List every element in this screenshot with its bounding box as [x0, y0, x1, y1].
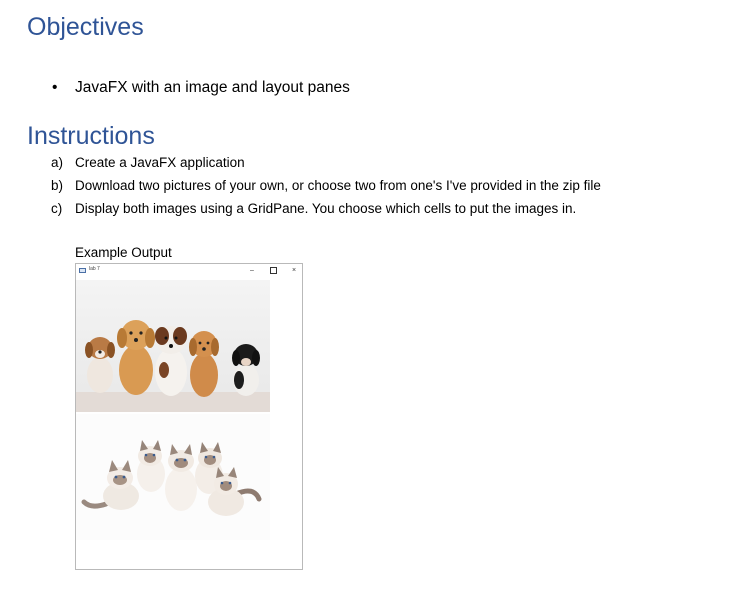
minimize-button[interactable]: –: [246, 265, 258, 276]
close-button[interactable]: ×: [288, 265, 300, 276]
example-output-caption: Example Output: [75, 245, 172, 260]
step-letter: a): [51, 155, 64, 170]
app-window-icon: [79, 268, 86, 273]
step-text: Create a JavaFX application: [75, 155, 245, 170]
step-letter: c): [51, 201, 63, 216]
step-letter: b): [51, 178, 64, 193]
instructions-heading: Instructions: [27, 122, 155, 150]
kittens-photo: [76, 414, 270, 540]
step-text: Download two pictures of your own, or ch…: [75, 178, 601, 193]
puppies-photo: [76, 280, 270, 412]
example-app-window: lab 7 – ×: [75, 263, 303, 570]
window-titlebar[interactable]: lab 7 – ×: [76, 264, 302, 278]
window-title: lab 7: [89, 266, 100, 272]
maximize-icon: [269, 266, 277, 274]
objective-text: JavaFX with an image and layout panes: [75, 79, 350, 96]
bullet-icon: •: [52, 79, 58, 96]
step-text: Display both images using a GridPane. Yo…: [75, 201, 577, 216]
maximize-button[interactable]: [267, 265, 279, 276]
objectives-heading: Objectives: [27, 13, 144, 41]
